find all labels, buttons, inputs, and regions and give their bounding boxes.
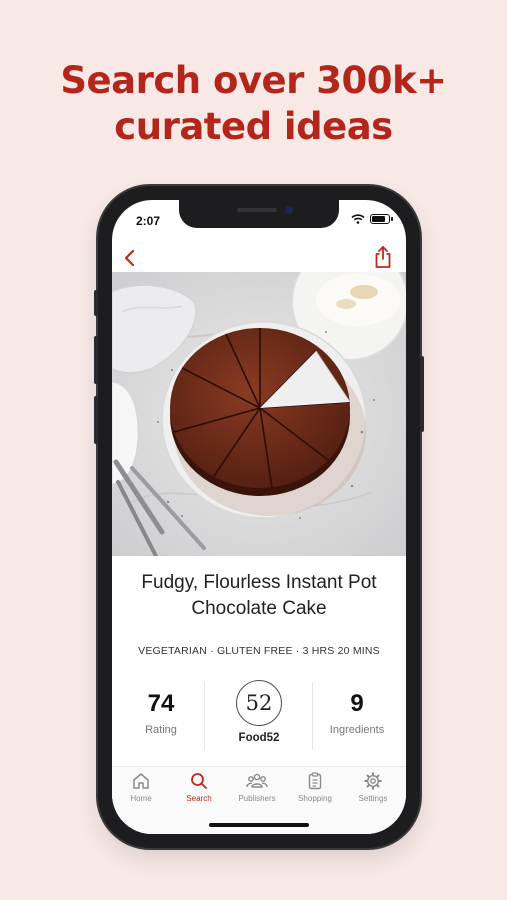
tab-home-label: Home [130, 794, 152, 803]
headline-line-2: curated ideas [114, 105, 393, 148]
notch [179, 200, 339, 228]
tab-settings[interactable]: Settings [344, 771, 402, 803]
recipe-title-line-2: Chocolate Cake [191, 598, 327, 619]
tab-settings-label: Settings [358, 794, 388, 803]
ingredients-stat[interactable]: 9 Ingredients [308, 676, 406, 736]
phone-screen: 2:07 Fudgy, Flourless Instant Pot Chocol… [112, 200, 406, 834]
recipe-tags: VEGETARIAN · GLUTEN FREE · 3 HRS 20 MINS [138, 645, 380, 657]
recipe-title-line-1: Fudgy, Flourless Instant Pot [141, 572, 377, 593]
tab-shopping-label: Shopping [298, 794, 332, 803]
publisher-logo[interactable]: 52 [236, 680, 282, 726]
tab-publishers-label: Publishers [238, 794, 276, 803]
tab-publishers[interactable]: Publishers [228, 771, 286, 803]
tab-search-label: Search [186, 794, 212, 803]
status-time: 2:07 [136, 214, 161, 228]
shopping-list-icon [308, 772, 322, 790]
volume-down-button [94, 396, 98, 444]
front-camera [285, 206, 293, 214]
search-icon [191, 773, 207, 789]
promo-headline: Search over 300k+ curated ideas [0, 58, 507, 150]
power-button [420, 356, 424, 432]
headline-line-1: Search over 300k+ [60, 59, 447, 102]
ingredients-value: 9 [350, 690, 364, 717]
recipe-stats: 74 Rating 52 Food52 9 Ingredients [112, 676, 406, 756]
publishers-icon [246, 773, 268, 788]
ingredients-label: Ingredients [329, 724, 385, 736]
share-icon[interactable] [372, 244, 394, 270]
mute-switch [94, 290, 98, 316]
battery-icon [370, 214, 393, 224]
speaker [237, 208, 277, 212]
rating-value: 74 [147, 690, 175, 717]
recipe-title: Fudgy, Flourless Instant Pot Chocolate C… [112, 570, 406, 622]
gear-icon [364, 772, 382, 790]
rating-stat: 74 Rating [112, 676, 210, 736]
tab-search[interactable]: Search [170, 771, 228, 803]
home-icon [133, 773, 149, 789]
status-icons [351, 214, 393, 224]
tab-shopping[interactable]: Shopping [286, 771, 344, 803]
rating-label: Rating [145, 724, 177, 736]
wifi-icon [351, 214, 365, 224]
home-indicator[interactable] [209, 823, 309, 827]
chevron-left-icon[interactable] [120, 246, 140, 270]
recipe-hero-image [112, 272, 406, 556]
volume-up-button [94, 336, 98, 384]
phone-frame: 2:07 Fudgy, Flourless Instant Pot Chocol… [94, 186, 424, 848]
publisher-name[interactable]: Food52 [210, 732, 308, 744]
stat-divider [204, 682, 205, 750]
publisher-stat[interactable]: 52 Food52 [210, 676, 308, 744]
tab-home[interactable]: Home [112, 771, 170, 803]
